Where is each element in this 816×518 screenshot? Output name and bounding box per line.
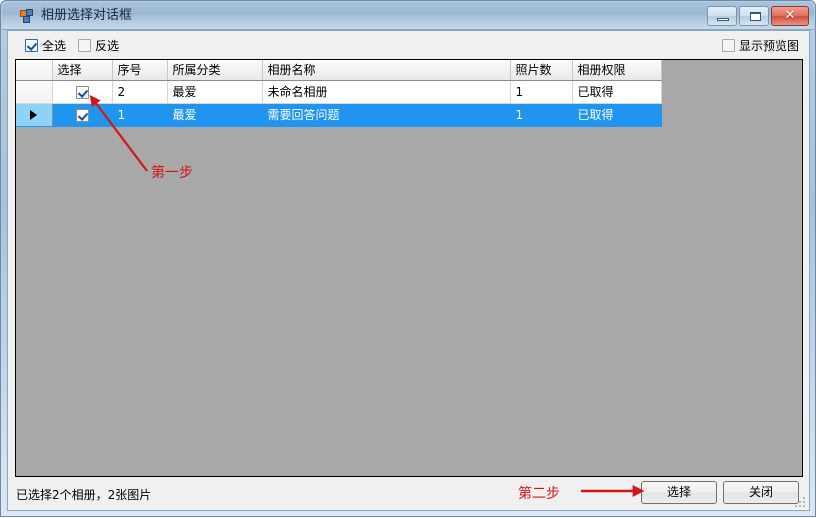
window-title: 相册选择对话框 — [41, 8, 133, 23]
row-header-corner[interactable] — [16, 60, 53, 81]
cell-index: 2 — [112, 80, 168, 104]
close-icon: ✕ — [784, 8, 796, 23]
minimize-icon — [717, 18, 729, 21]
column-header-category[interactable]: 所属分类 — [167, 60, 263, 81]
table-header-row: 选择 序号 所属分类 相册名称 照片数 相册权限 — [16, 60, 662, 81]
cell-index: 1 — [112, 103, 168, 127]
show-preview-checkbox[interactable]: 显示预览图 — [721, 37, 799, 54]
resize-grip[interactable] — [794, 496, 806, 508]
checkbox-box — [75, 108, 89, 122]
row-select-checkbox[interactable] — [52, 103, 113, 127]
album-table: 选择 序号 所属分类 相册名称 照片数 相册权限 2 最爱 未命名相册 1 已取… — [16, 60, 662, 127]
checkbox-box — [78, 39, 91, 52]
cell-photo-count: 1 — [510, 103, 573, 127]
cell-photo-count: 1 — [510, 80, 573, 104]
checkbox-box — [721, 39, 735, 52]
invert-selection-checkbox[interactable]: 反选 — [78, 37, 119, 54]
invert-selection-label: 反选 — [95, 39, 120, 53]
row-select-checkbox[interactable] — [52, 80, 113, 104]
column-header-photo-count[interactable]: 照片数 — [510, 60, 573, 81]
table-row[interactable]: 1 最爱 需要回答问题 1 已取得 — [16, 103, 662, 127]
form-icon — [19, 8, 35, 24]
row-header-cell[interactable] — [16, 103, 53, 127]
column-header-name[interactable]: 相册名称 — [262, 60, 511, 81]
maximize-button[interactable] — [739, 6, 769, 26]
table-row[interactable]: 2 最爱 未命名相册 1 已取得 — [16, 80, 662, 104]
close-button[interactable]: ✕ — [771, 6, 809, 26]
dialog-window: 相册选择对话框 ✕ 全选 反选 显示预览图 选择 序号 所属分类 相册名称 照片… — [0, 0, 816, 517]
checkbox-box — [75, 85, 89, 99]
select-all-checkbox[interactable]: 全选 — [25, 37, 66, 54]
status-bar: 已选择2个相册，2张图片 选择 关闭 — [8, 477, 809, 510]
minimize-button[interactable] — [707, 6, 737, 26]
cell-category: 最爱 — [167, 103, 263, 127]
show-preview-label: 显示预览图 — [738, 39, 799, 53]
status-text: 已选择2个相册，2张图片 — [16, 488, 152, 502]
cell-permission: 已取得 — [572, 103, 662, 127]
cell-category: 最爱 — [167, 80, 263, 104]
select-all-label: 全选 — [42, 39, 67, 53]
row-header-cell[interactable] — [16, 80, 53, 104]
dialog-client-area: 全选 反选 显示预览图 选择 序号 所属分类 相册名称 照片数 相册权限 2 最… — [7, 30, 810, 511]
close-dialog-button[interactable]: 关闭 — [723, 481, 799, 504]
select-button[interactable]: 选择 — [641, 481, 717, 504]
album-data-grid[interactable]: 选择 序号 所属分类 相册名称 照片数 相册权限 2 最爱 未命名相册 1 已取… — [15, 59, 803, 477]
maximize-icon — [750, 12, 761, 21]
toolbar: 全选 反选 显示预览图 — [8, 31, 809, 57]
step2-annotation-label: 第二步 — [518, 486, 560, 502]
step1-annotation-label: 第一步 — [151, 165, 193, 181]
checkbox-box — [25, 39, 38, 52]
current-row-arrow-icon — [30, 110, 38, 120]
column-header-select[interactable]: 选择 — [52, 60, 113, 81]
window-controls: ✕ — [707, 6, 809, 26]
column-header-permission[interactable]: 相册权限 — [572, 60, 662, 81]
column-header-index[interactable]: 序号 — [112, 60, 168, 81]
title-bar[interactable]: 相册选择对话框 ✕ — [2, 2, 814, 30]
cell-album-name: 需要回答问题 — [262, 103, 511, 127]
cell-permission: 已取得 — [572, 80, 662, 104]
cell-album-name: 未命名相册 — [262, 80, 511, 104]
